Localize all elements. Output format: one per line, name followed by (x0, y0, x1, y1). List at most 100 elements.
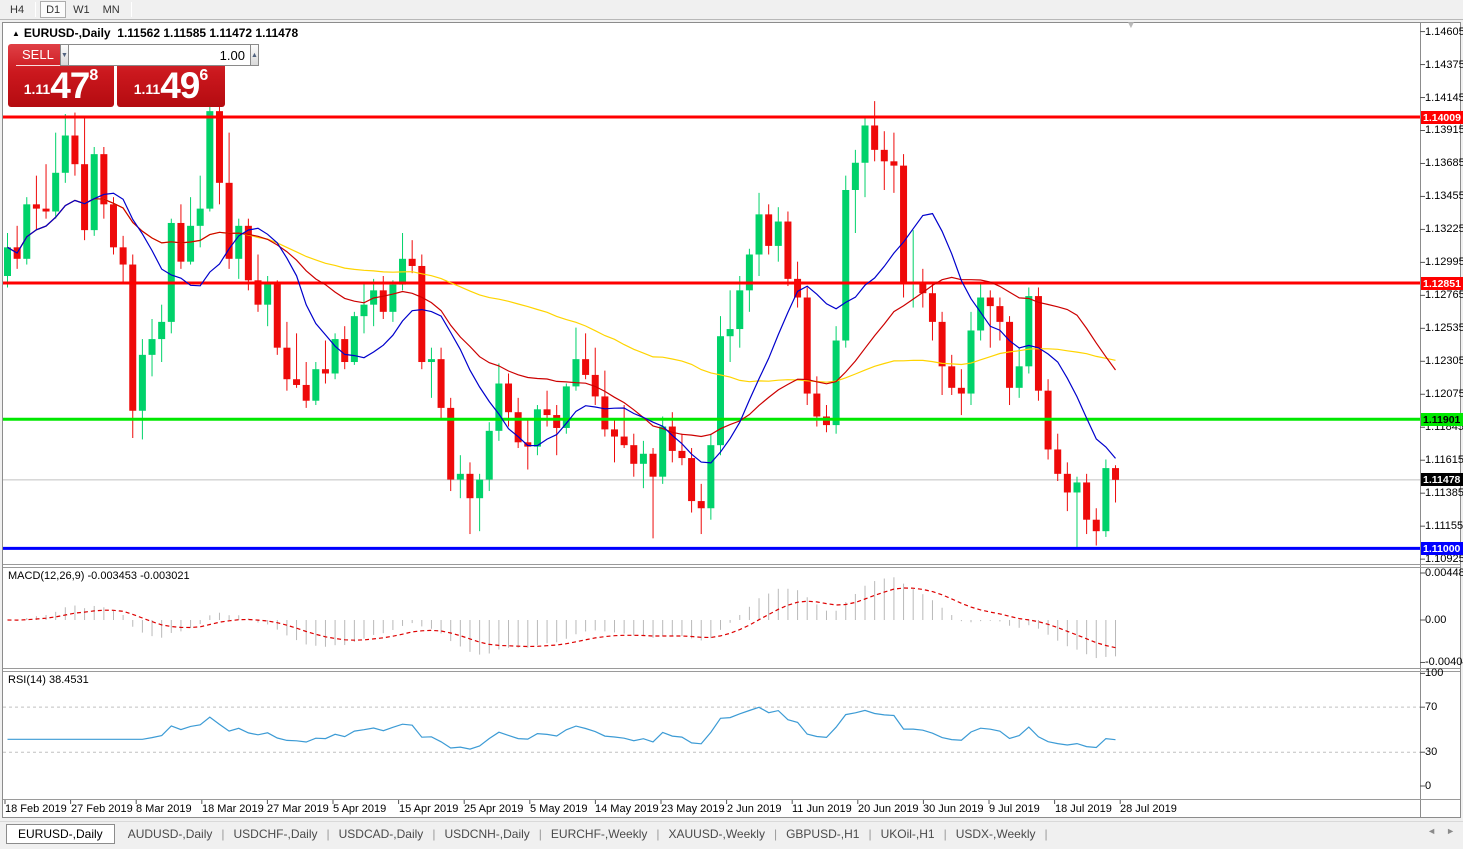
timeframe-button-w1[interactable]: W1 (67, 1, 96, 18)
rsi-axis-tick-label: 100 (1425, 667, 1463, 679)
candle-body (611, 429, 618, 436)
price-axis-tick-label: 1.12075 (1425, 388, 1463, 400)
price-axis-tick-label: 1.12305 (1425, 355, 1463, 367)
price-axis-tick-label: 1.14145 (1425, 92, 1463, 104)
chart-tab-usdx-weekly[interactable]: USDX-,Weekly (947, 825, 1045, 843)
chart-canvas[interactable] (0, 0, 1463, 849)
timeframe-toolbar: H4 D1W1MN (0, 0, 1463, 20)
candle-body (544, 409, 551, 415)
candle-body (1035, 296, 1042, 391)
timeframe-button-h4[interactable]: H4 (4, 1, 30, 18)
candle-body (457, 474, 464, 480)
date-axis-label: 28 Jul 2019 (1120, 803, 1177, 815)
date-axis-label: 20 Jun 2019 (858, 803, 919, 815)
candle-body (43, 209, 50, 212)
candle-body (929, 293, 936, 322)
subwindow-collapse-icon[interactable]: ▲ (12, 29, 20, 38)
candle-body (187, 226, 194, 262)
candle-body (1064, 474, 1071, 493)
date-axis-label: 25 Apr 2019 (464, 803, 523, 815)
sell-label: SELL (16, 47, 60, 65)
candle-body (149, 339, 156, 355)
rsi-axis-tick-label: 70 (1425, 701, 1463, 713)
candle-body (91, 154, 98, 230)
candle-body (505, 384, 512, 413)
candle-body (62, 136, 69, 173)
date-axis-label: 5 May 2019 (530, 803, 587, 815)
price-axis-tick-label: 1.13915 (1425, 124, 1463, 136)
candle-body (775, 222, 782, 246)
price-axis-tick-label: 1.14605 (1425, 26, 1463, 38)
candle-body (486, 431, 493, 480)
price-axis-tick-label: 1.12535 (1425, 322, 1463, 334)
candle-body (678, 451, 685, 458)
candle-body (409, 259, 416, 266)
candle-body (727, 329, 734, 336)
candle-body (380, 290, 387, 312)
rsi-axis-tick-label: 0 (1425, 780, 1463, 792)
price-level-badge: 1.14009 (1421, 111, 1463, 124)
candle-body (33, 204, 40, 208)
candle-body (996, 306, 1003, 322)
candle-body (197, 209, 204, 226)
candle-body (640, 454, 647, 464)
candle-body (1025, 296, 1032, 366)
tab-separator: | (1045, 827, 1048, 841)
spinner-up-icon: ▲ (251, 52, 258, 59)
date-axis-label: 15 Apr 2019 (399, 803, 458, 815)
candle-body (948, 366, 955, 388)
lot-increase-button[interactable]: ▲ (250, 44, 259, 66)
candle-body (360, 305, 367, 316)
candle-body (987, 298, 994, 307)
date-axis-label: 30 Jun 2019 (923, 803, 984, 815)
chart-tab-ukoil-h1[interactable]: UKOil-,H1 (872, 825, 944, 843)
scroll-to-end-icon[interactable]: ▼ (1126, 20, 1136, 31)
date-axis-label: 8 Mar 2019 (136, 803, 192, 815)
candle-body (81, 164, 88, 230)
date-axis-label: 9 Jul 2019 (989, 803, 1040, 815)
candle-body (1112, 468, 1119, 480)
candle-body (52, 173, 59, 212)
chart-tab-audusd-daily[interactable]: AUDUSD-,Daily (119, 825, 222, 843)
candle-body (784, 222, 791, 279)
candle-body (495, 384, 502, 431)
date-axis-label: 14 May 2019 (595, 803, 659, 815)
candle-body (389, 285, 396, 312)
candle-body (264, 283, 271, 305)
candle-body (842, 190, 849, 341)
chart-tab-eurusd-daily[interactable]: EURUSD-,Daily (6, 824, 115, 844)
candle-body (1054, 449, 1061, 473)
candle-body (293, 379, 300, 385)
candle-body (312, 369, 319, 401)
timeframe-button-mn[interactable]: MN (97, 1, 126, 18)
tab-scroll-controls: ◄ ► (1427, 826, 1455, 836)
candle-body (1016, 366, 1023, 388)
timeframe-button-d1[interactable]: D1 (40, 1, 66, 18)
price-axis-tick-label: 1.14375 (1425, 59, 1463, 71)
price-axis-tick-label: 1.13225 (1425, 223, 1463, 235)
candle-body (553, 415, 560, 428)
candle-body (139, 355, 146, 411)
candle-body (71, 136, 78, 165)
lot-size-input[interactable] (69, 44, 250, 66)
candle-body (659, 427, 666, 477)
candle-body (110, 204, 117, 247)
candle-body (746, 255, 753, 291)
tab-scroll-right-icon[interactable]: ► (1446, 826, 1455, 836)
trading-terminal-window: H4D1W1MN ▲EURUSD-,Daily 1.11562 1.11585 … (0, 0, 1463, 849)
chart-tab-eurchf-weekly[interactable]: EURCHF-,Weekly (542, 825, 656, 843)
lot-size-control: ▼ ▲ (60, 44, 173, 66)
chart-tab-bar: EURUSD-,DailyAUDUSD-,Daily | USDCHF-,Daily… (0, 821, 1463, 846)
tab-scroll-left-icon[interactable]: ◄ (1427, 826, 1436, 836)
chart-tab-gbpusd-h1[interactable]: GBPUSD-,H1 (777, 825, 868, 843)
chart-tab-xauusd-weekly[interactable]: XAUUSD-,Weekly (659, 825, 773, 843)
chart-tab-usdchf-daily[interactable]: USDCHF-,Daily (225, 825, 327, 843)
chart-tab-usdcnh-daily[interactable]: USDCNH-,Daily (435, 825, 538, 843)
price-axis-tick-label: 1.12995 (1425, 256, 1463, 268)
lot-decrease-button[interactable]: ▼ (60, 44, 69, 66)
candle-body (303, 385, 310, 401)
candle-body (235, 226, 242, 259)
chart-tab-usdcad-daily[interactable]: USDCAD-,Daily (330, 825, 433, 843)
rsi-label: RSI(14) 38.4531 (8, 674, 89, 686)
candle-body (601, 396, 608, 429)
